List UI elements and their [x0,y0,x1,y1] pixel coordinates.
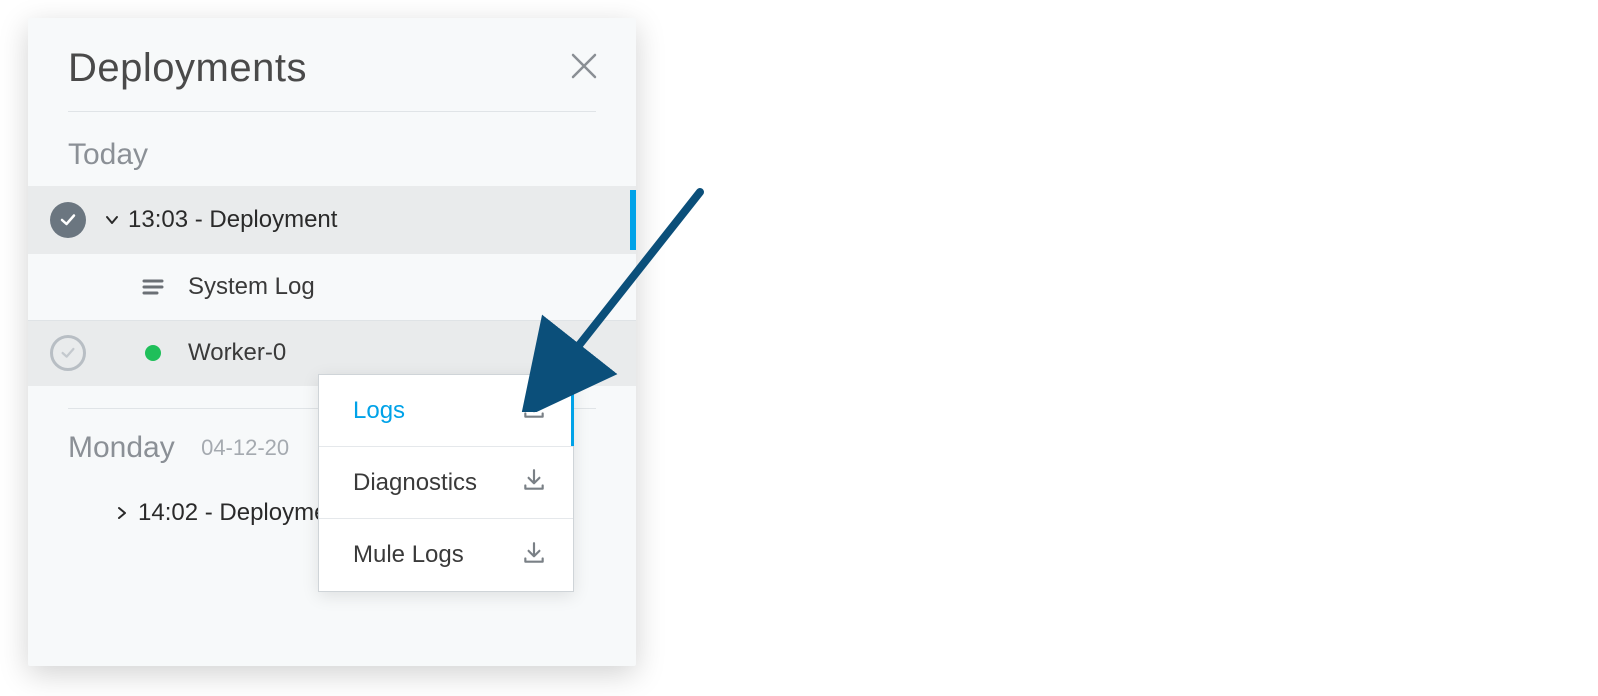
chevron-down-icon[interactable] [104,212,120,228]
status-success-icon [50,202,86,238]
day-name: Monday [68,431,175,464]
menu-item-label: Diagnostics [353,469,477,497]
system-log-row[interactable]: System Log [28,254,636,320]
download-icon [521,395,547,426]
chevron-right-icon[interactable] [114,505,130,521]
status-pending-icon [50,335,86,371]
close-icon [568,50,600,82]
download-icon [521,540,547,571]
panel-title: Deployments [68,46,307,91]
close-button[interactable] [568,50,600,87]
menu-item-logs[interactable]: Logs [319,375,573,447]
download-menu: Logs Diagnostics Mule Logs [318,374,574,592]
menu-item-label: Logs [353,397,405,425]
status-running-icon [138,345,168,361]
deployment-row[interactable]: 13:03 - Deployment [28,186,636,254]
menu-item-label: Mule Logs [353,541,464,569]
day-name: Today [68,138,148,171]
worker-label: Worker-0 [188,339,286,367]
system-log-label: System Log [188,273,315,301]
deployment-label: 14:02 - Deployment [138,499,347,527]
list-icon [138,275,168,299]
divider [68,111,596,112]
deployment-label: 13:03 - Deployment [128,206,337,234]
day-date: 04-12-20 [201,435,289,460]
day-group-label: Today [28,130,636,186]
panel-header: Deployments [28,18,636,111]
menu-item-diagnostics[interactable]: Diagnostics [319,447,573,519]
download-icon [521,467,547,498]
menu-item-mule-logs[interactable]: Mule Logs [319,519,573,591]
